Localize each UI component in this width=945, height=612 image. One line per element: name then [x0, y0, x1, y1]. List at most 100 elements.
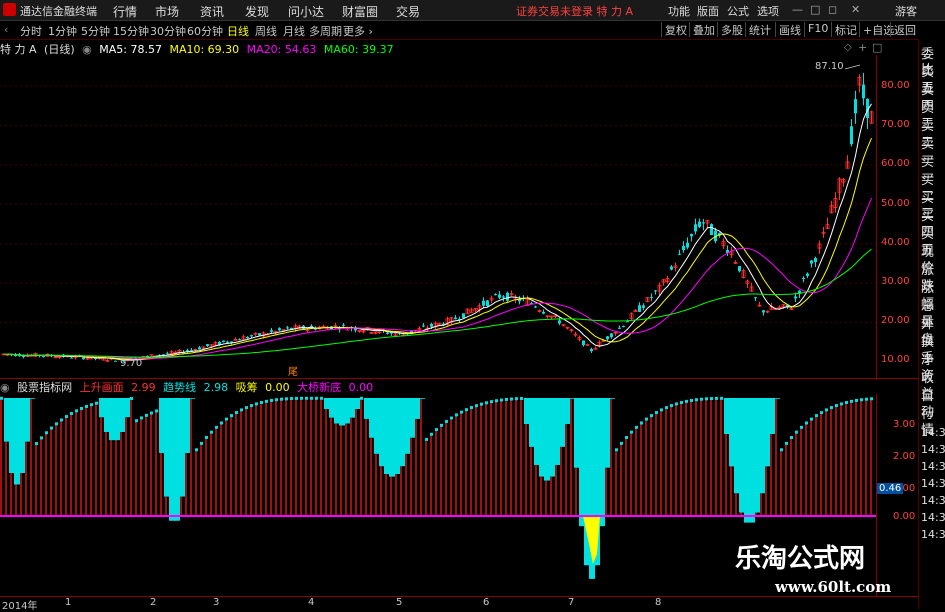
indicator-dot [495, 399, 498, 403]
tab-more[interactable]: 更多 › [343, 23, 373, 39]
menu-wealth[interactable]: 财富圈 [342, 3, 378, 20]
btn-draw[interactable]: 画线 [775, 22, 804, 37]
indicator-bar [130, 399, 132, 516]
indicator-suck-value: 0.00 [265, 381, 290, 394]
indicator-bar [355, 409, 357, 516]
tab-daily[interactable]: 日线 [227, 23, 249, 39]
menu-trade[interactable]: 交易 [396, 3, 420, 20]
candle [222, 340, 225, 343]
btn-overlay[interactable]: 叠加 [689, 22, 718, 37]
tab-weekly[interactable]: 周线 [255, 23, 277, 39]
btn-multistock[interactable]: 多股 [717, 22, 746, 37]
tab-timeshare[interactable]: 分时 [20, 23, 42, 39]
menu-formula[interactable]: 公式 [727, 3, 749, 19]
indicator-dot [80, 406, 83, 410]
trade-time: 14:35 [921, 477, 945, 490]
diamond-icon[interactable]: ◇ [844, 42, 852, 53]
candle [618, 327, 621, 329]
indicator-bar [60, 420, 62, 516]
plus-icon[interactable]: + [858, 41, 867, 54]
indicator-tick: 2.00 [893, 451, 916, 462]
indicator-bar [810, 419, 812, 516]
indicator-name[interactable]: 股票指标网 [17, 381, 72, 394]
indicator-bar [5, 441, 7, 516]
menu-layout[interactable]: 版面 [697, 3, 719, 19]
login-status[interactable]: 证券交易未登录 特 力 A [516, 3, 633, 19]
indicator-bar [155, 411, 157, 516]
indicator-bar [565, 424, 567, 516]
indicator-dot [135, 419, 138, 423]
indicator-dot [840, 402, 843, 406]
indicator-bar [835, 406, 837, 516]
btn-f10[interactable]: F10 [804, 22, 831, 37]
indicator-dot [230, 414, 233, 418]
indicator-bar [300, 398, 302, 516]
indicator-bar [710, 399, 712, 516]
guest-label[interactable]: 游客 [895, 3, 917, 19]
indicator-bar [165, 496, 167, 516]
tab-15min[interactable]: 15分钟 [113, 23, 149, 39]
chevron-left-icon[interactable]: ‹ [4, 23, 8, 36]
btn-adjust[interactable]: 复权 [661, 22, 690, 37]
indicator-bar [350, 417, 352, 516]
high-price-label: 87.10 [815, 61, 844, 72]
indicator-dot [435, 428, 438, 432]
indicator-bar [325, 409, 327, 516]
price-tick: 20.00 [881, 315, 910, 326]
tab-multiperiod[interactable]: 多周期 [309, 23, 342, 39]
indicator-bar [795, 432, 797, 516]
menu-news[interactable]: 资讯 [200, 3, 224, 20]
btn-stats[interactable]: 统计 [745, 22, 774, 37]
candlestick-chart[interactable]: 87.10 9.70 尾 [0, 55, 876, 377]
indicator-bar [400, 466, 402, 516]
indicator-bar [680, 403, 682, 516]
indicator-dot [715, 396, 718, 400]
settings-icon[interactable]: ◉ [0, 381, 10, 394]
maximize-icon[interactable]: ◻ [828, 3, 837, 16]
indicator-bar [790, 437, 792, 516]
indicator-dot [480, 402, 483, 406]
minimize-icon[interactable]: — [792, 3, 803, 16]
restore-icon[interactable]: □ [810, 3, 820, 16]
tab-5min[interactable]: 5分钟 [81, 23, 110, 39]
indicator-dot [680, 401, 683, 405]
indicator-dot [650, 414, 653, 418]
indicator-dot [695, 398, 698, 402]
indicator-bar [195, 450, 197, 516]
indicator-bar [610, 398, 612, 516]
candle [694, 224, 697, 232]
collapse-icon[interactable]: □ [872, 41, 882, 54]
date-axis: 2014年 1 2 3 4 5 6 7 8 [0, 596, 918, 612]
indicator-bar [670, 406, 672, 516]
close-icon[interactable]: ✕ [851, 3, 860, 16]
indicator-bar [635, 427, 637, 516]
menu-discover[interactable]: 发现 [245, 3, 269, 20]
tab-60min[interactable]: 60分钟 [187, 23, 223, 39]
indicator-bar [405, 453, 407, 516]
menu-function[interactable]: 功能 [668, 3, 690, 19]
candle [114, 360, 117, 362]
indicator-bar [180, 496, 182, 516]
indicator-dot [145, 413, 148, 417]
menu-quotes[interactable]: 行情 [113, 3, 137, 20]
indicator-dot [690, 398, 693, 402]
menu-options[interactable]: 选项 [757, 3, 779, 19]
tab-1min[interactable]: 1分钟 [48, 23, 77, 39]
tab-30min[interactable]: 30分钟 [150, 23, 186, 39]
app-title: 通达信金融终端 [20, 5, 97, 18]
btn-mark[interactable]: 标记 [831, 22, 860, 37]
menu-ask[interactable]: 问小达 [288, 3, 324, 20]
indicator-bar [90, 405, 92, 516]
menu-market[interactable]: 市场 [155, 3, 179, 20]
btn-back[interactable]: 返回 [890, 22, 919, 37]
date-tick: 4 [308, 597, 315, 608]
indicator-dot [265, 399, 268, 403]
indicator-bar [185, 453, 187, 516]
event-marker[interactable]: 尾 [288, 366, 298, 377]
indicator-dot [670, 404, 673, 408]
indicator-dot [225, 417, 228, 421]
indicator-dot [455, 413, 458, 417]
tab-monthly[interactable]: 月线 [283, 23, 305, 39]
indicator-bar [430, 434, 432, 516]
indicator-bar [445, 421, 447, 516]
